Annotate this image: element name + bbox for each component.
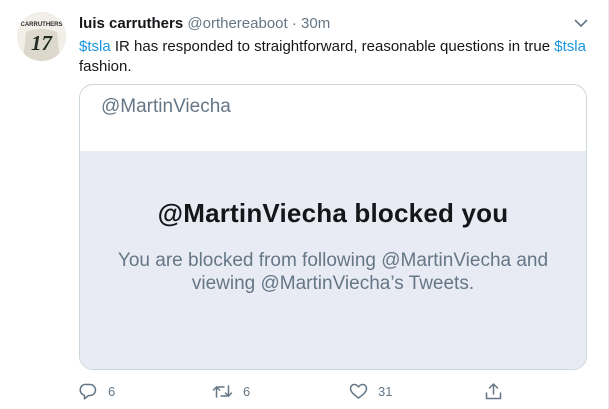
tweet-text-middle: IR has responded to straightforward, rea…: [110, 38, 555, 55]
card-header-handle: @MartinViecha: [80, 85, 586, 152]
timestamp[interactable]: 30m: [301, 15, 330, 32]
avatar[interactable]: CARRUTHERS 17: [17, 12, 66, 61]
tweet-header: luis carruthers @orthereaboot · 30m: [79, 14, 330, 34]
like-button[interactable]: 31: [349, 380, 392, 402]
reply-count: 6: [108, 383, 116, 399]
blocked-title: @MartinViecha blocked you: [157, 198, 509, 228]
quoted-tweet-card[interactable]: @MartinViecha @MartinViecha blocked you …: [79, 84, 587, 370]
blocked-notice: @MartinViecha blocked you You are blocke…: [80, 152, 586, 369]
share-icon: [485, 382, 502, 399]
like-count: 31: [378, 383, 393, 399]
avatar-jersey-number: 17: [31, 31, 54, 55]
heart-icon: [349, 383, 368, 399]
tweet-text-end: fashion.: [79, 58, 132, 75]
separator-dot: ·: [291, 15, 297, 32]
cashtag-link[interactable]: $tsla: [554, 38, 586, 55]
tweet[interactable]: CARRUTHERS 17 luis carruthers @orthereab…: [0, 0, 609, 409]
reply-icon: [79, 383, 97, 400]
retweet-icon: [212, 384, 233, 398]
user-handle[interactable]: @orthereaboot: [187, 15, 287, 32]
retweet-count: 6: [243, 383, 251, 399]
blocked-description: You are blocked from following @MartinVi…: [117, 250, 549, 294]
avatar-jersey-name: CARRUTHERS: [21, 22, 63, 28]
retweet-button[interactable]: 6: [212, 380, 250, 402]
reply-button[interactable]: 6: [79, 380, 115, 402]
cashtag-link[interactable]: $tsla: [79, 38, 111, 55]
tweet-actions: 6 6 31: [79, 380, 589, 402]
avatar-image: CARRUTHERS 17: [17, 12, 66, 61]
chevron-down-icon[interactable]: [572, 14, 590, 32]
tweet-text: $tsla IR has responded to straightforwar…: [79, 37, 589, 77]
share-button[interactable]: [484, 380, 503, 402]
display-name[interactable]: luis carruthers: [79, 15, 183, 32]
